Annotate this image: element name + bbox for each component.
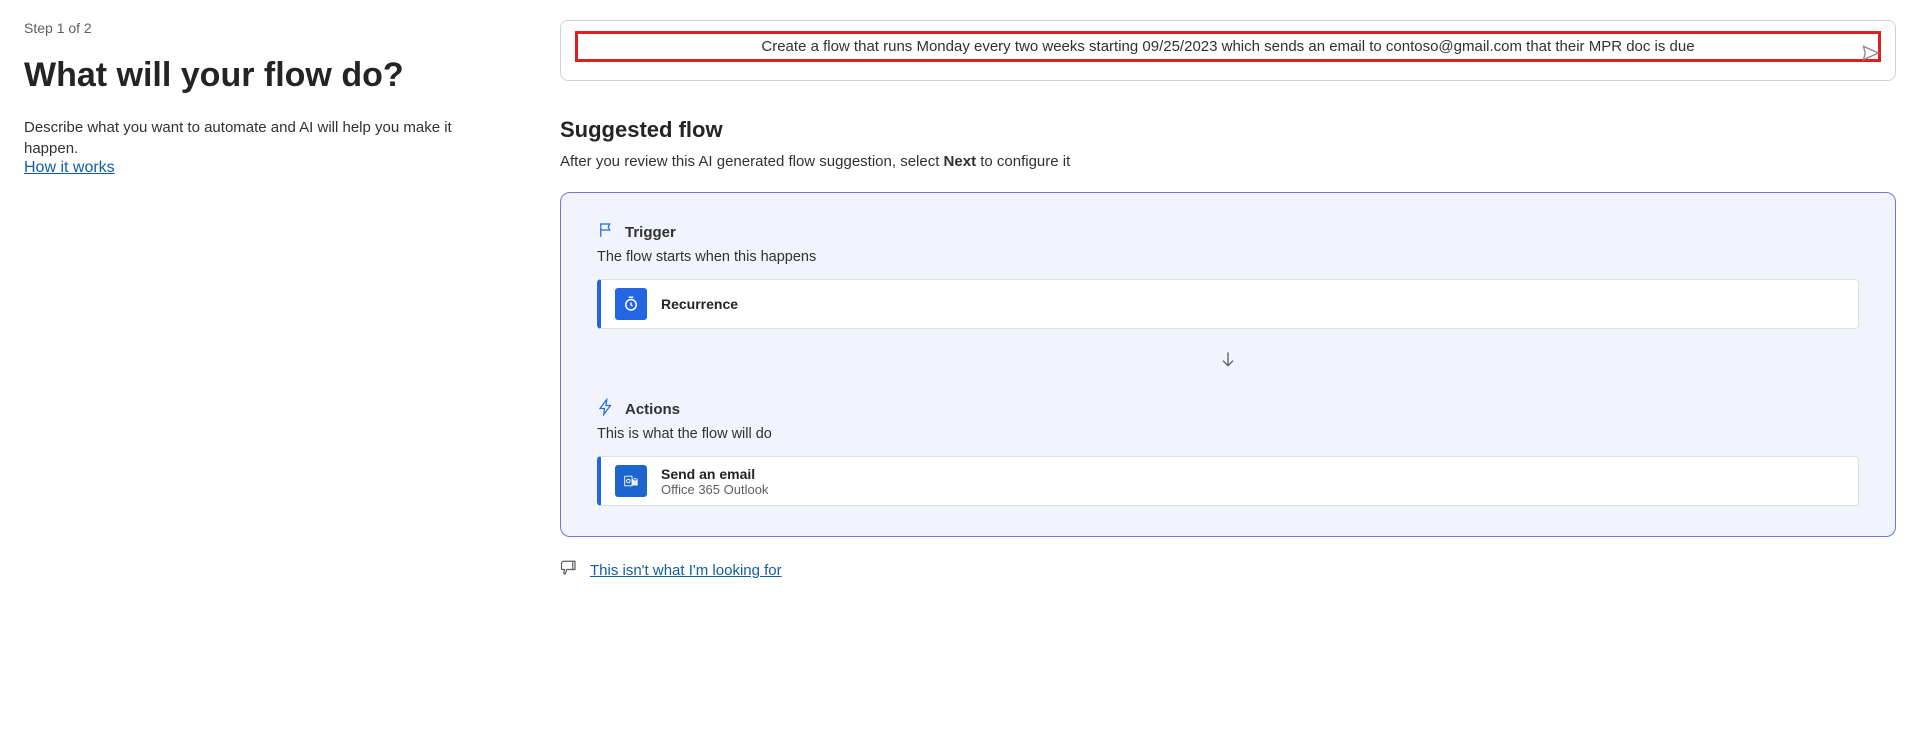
outlook-icon <box>615 465 647 497</box>
action-card-title: Send an email <box>661 466 768 482</box>
trigger-description: The flow starts when this happens <box>597 249 1859 265</box>
actions-description: This is what the flow will do <box>597 426 1859 442</box>
not-what-im-looking-for-link[interactable]: This isn't what I'm looking for <box>590 562 782 579</box>
trigger-label: Trigger <box>625 224 676 241</box>
actions-header: Actions <box>597 398 1859 420</box>
trigger-header: Trigger <box>597 221 1859 243</box>
send-icon[interactable] <box>1861 43 1881 68</box>
prompt-text: Create a flow that runs Monday every two… <box>586 38 1870 55</box>
page-description: Describe what you want to automate and A… <box>24 117 496 159</box>
trigger-card-title: Recurrence <box>661 296 738 312</box>
how-it-works-link[interactable]: How it works <box>24 159 115 177</box>
lightning-icon <box>597 398 615 420</box>
flow-card: Trigger The flow starts when this happen… <box>560 192 1896 537</box>
clock-icon <box>615 288 647 320</box>
step-indicator: Step 1 of 2 <box>24 20 496 36</box>
main-content: Create a flow that runs Monday every two… <box>520 0 1920 756</box>
flag-icon <box>597 221 615 243</box>
action-card-send-email[interactable]: Send an email Office 365 Outlook <box>597 456 1859 506</box>
left-sidebar: Step 1 of 2 What will your flow do? Desc… <box>0 0 520 756</box>
trigger-card-recurrence[interactable]: Recurrence <box>597 279 1859 329</box>
actions-label: Actions <box>625 401 680 418</box>
prompt-highlight: Create a flow that runs Monday every two… <box>575 31 1881 62</box>
prompt-input-container[interactable]: Create a flow that runs Monday every two… <box>560 20 1896 81</box>
thumbs-down-icon[interactable] <box>560 559 578 582</box>
page-title: What will your flow do? <box>24 56 496 95</box>
suggested-flow-subtitle: After you review this AI generated flow … <box>560 153 1896 170</box>
feedback-row: This isn't what I'm looking for <box>560 559 1896 582</box>
arrow-down-icon <box>597 349 1859 374</box>
action-card-subtitle: Office 365 Outlook <box>661 482 768 497</box>
suggested-flow-title: Suggested flow <box>560 117 1896 143</box>
